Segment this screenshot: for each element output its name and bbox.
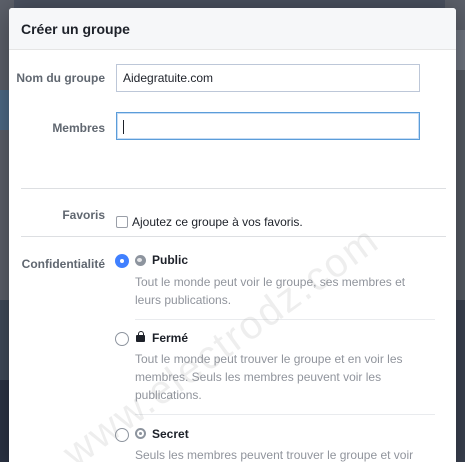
dialog-title: Créer un groupe <box>21 21 130 37</box>
divider <box>21 236 446 237</box>
group-name-label: Nom du groupe <box>16 71 105 85</box>
create-group-dialog: Créer un groupe Nom du groupe Membres Fa… <box>9 8 456 462</box>
group-name-input[interactable] <box>116 64 420 92</box>
privacy-option-title[interactable]: Fermé <box>152 330 188 346</box>
privacy-option-title[interactable]: Secret <box>152 426 189 442</box>
members-input[interactable] <box>116 112 420 140</box>
dialog-header: Créer un groupe <box>9 8 456 50</box>
secret-icon <box>135 428 146 439</box>
members-label: Membres <box>52 121 105 135</box>
privacy-option-title[interactable]: Public <box>152 252 188 268</box>
privacy-option-description: Tout le monde peut trouver le groupe et … <box>135 352 403 402</box>
favorites-checkbox-label[interactable]: Ajoutez ce groupe à vos favoris. <box>132 213 303 231</box>
option-separator <box>135 414 435 415</box>
privacy-label: Confidentialité <box>21 257 105 271</box>
background-topbar <box>0 0 465 8</box>
option-separator <box>135 319 435 320</box>
globe-icon <box>135 255 146 266</box>
privacy-radio-secret[interactable] <box>115 428 129 442</box>
text-caret <box>123 120 124 134</box>
privacy-option-description: Seuls les membres peuvent trouver le gro… <box>135 448 414 462</box>
divider <box>21 188 446 189</box>
favorites-checkbox[interactable] <box>116 216 128 228</box>
privacy-radio-public[interactable] <box>115 254 129 268</box>
lock-icon <box>135 331 146 342</box>
favorites-label: Favoris <box>62 208 105 222</box>
privacy-radio-closed[interactable] <box>115 332 129 346</box>
privacy-option-description: Tout le monde peut voir le groupe, ses m… <box>135 275 406 307</box>
